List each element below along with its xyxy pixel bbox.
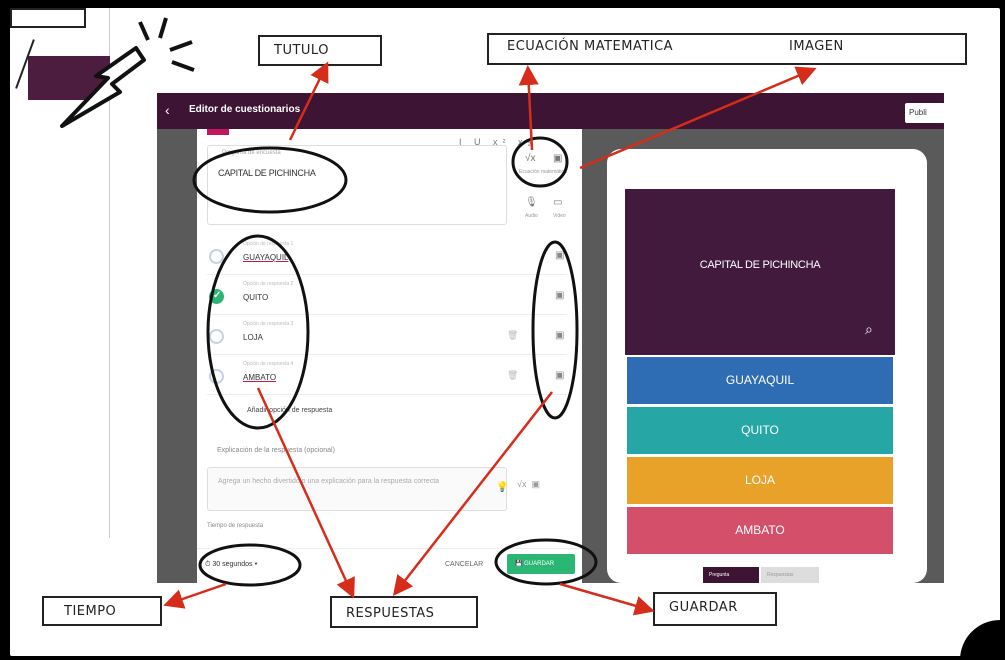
question-text: CAPITAL DE PICHINCHA xyxy=(218,168,316,178)
image-icon[interactable]: ▣ xyxy=(553,153,562,164)
chevron-left-icon[interactable]: ‹ xyxy=(165,102,170,118)
question-input[interactable]: Pregunta de encuesta CAPITAL DE PICHINCH… xyxy=(207,145,507,225)
answer-text[interactable]: QUITO xyxy=(243,293,268,302)
answer-text[interactable]: LOJA xyxy=(243,333,263,342)
image-icon[interactable]: ▣ xyxy=(555,250,564,261)
callout-answers: RESPUESTAS xyxy=(330,596,478,628)
mobile-preview: CAPITAL DE PICHINCHA ⌕ GUAYAQUIL QUITO L… xyxy=(607,149,927,583)
video-caption: Video xyxy=(553,213,566,219)
add-answer-button[interactable]: Añadir opción de respuesta xyxy=(247,407,332,414)
zoom-icon[interactable]: ⌕ xyxy=(865,321,873,338)
preview-option: LOJA xyxy=(627,457,893,504)
app-header: ‹ Editor de cuestionarios Publi xyxy=(157,93,944,129)
answer-row: Opción de respuesta 3 LOJA 🗑 ▣ xyxy=(207,317,567,355)
image-icon[interactable]: ▣ xyxy=(555,370,564,381)
trash-icon[interactable]: 🗑 xyxy=(507,370,518,381)
callout-time: TIEMPO xyxy=(42,596,162,626)
callout-equation-image: ECUACIÓN MATEMATICA IMAGEN xyxy=(487,33,967,65)
preview-option: QUITO xyxy=(627,407,893,454)
answer-label: Opción de respuesta 4 xyxy=(243,361,294,367)
preview-question-text: CAPITAL DE PICHINCHA xyxy=(699,259,821,271)
preview-option: AMBATO xyxy=(627,507,893,554)
explanation-input[interactable]: Agrega un hecho divertido o una explicac… xyxy=(207,467,509,511)
time-label: Tiempo de respuesta xyxy=(207,523,264,529)
question-label: Pregunta de encuesta xyxy=(222,150,281,156)
explanation-label: Explicación de la respuesta (opcional) xyxy=(217,447,335,454)
image-icon[interactable]: ▣ xyxy=(555,330,564,341)
answer-label: Opción de respuesta 2 xyxy=(243,281,294,287)
answer-row: Opción de respuesta 4 AMBATO 🗑 ▣ xyxy=(207,357,567,395)
equation-icon[interactable]: √x xyxy=(525,153,536,164)
lightbulb-icon: 💡 xyxy=(496,482,509,493)
preview-option: GUAYAQUIL xyxy=(627,357,893,404)
correct-radio[interactable] xyxy=(209,249,224,264)
left-header-bar xyxy=(28,56,110,100)
answer-text[interactable]: GUAYAQUIL xyxy=(243,253,289,262)
answer-row: Opción de respuesta 1 GUAYAQUIL ▣ xyxy=(207,237,567,275)
explanation-media-icons[interactable]: √x ▣ xyxy=(517,479,540,490)
time-select[interactable]: ⏱ 30 segundos ▾ xyxy=(205,561,257,569)
equation-caption: Ecuación matemática xyxy=(519,169,567,175)
answer-row: Opción de respuesta 2 QUITO ▣ xyxy=(207,277,567,315)
time-value: 30 segundos xyxy=(212,561,253,568)
page-title: Editor de cuestionarios xyxy=(189,104,301,115)
save-label: GUARDAR xyxy=(524,561,555,567)
save-button[interactable]: 💾 GUARDAR xyxy=(507,554,575,574)
explanation-placeholder: Agrega un hecho divertido o una explicac… xyxy=(218,478,440,485)
callout-save: GUARDAR xyxy=(653,592,777,626)
corner-box xyxy=(10,8,86,28)
publish-button[interactable]: Publi xyxy=(905,103,944,123)
callout-image: IMAGEN xyxy=(789,39,844,54)
image-icon[interactable]: ▣ xyxy=(555,290,564,301)
question-type-tab[interactable] xyxy=(207,129,229,135)
question-editor: I U x² x₂ Pregunta de encuesta CAPITAL D… xyxy=(197,129,582,583)
correct-radio[interactable] xyxy=(209,369,224,384)
correct-radio[interactable] xyxy=(209,329,224,344)
video-icon[interactable]: ▭ xyxy=(553,197,562,208)
preview-tab-answers[interactable]: Respuestas xyxy=(761,567,819,583)
audio-icon[interactable]: 🎙 xyxy=(525,197,538,208)
answer-text[interactable]: AMBATO xyxy=(243,373,276,382)
editor-footer: ⏱ 30 segundos ▾ CANCELAR 💾 GUARDAR xyxy=(197,548,582,583)
answer-label: Opción de respuesta 3 xyxy=(243,321,294,327)
cancel-button[interactable]: CANCELAR xyxy=(445,561,483,568)
trash-icon[interactable]: 🗑 xyxy=(507,330,518,341)
audio-caption: Audio xyxy=(525,213,538,219)
callout-title: TUTULO xyxy=(258,35,382,66)
callout-equation: ECUACIÓN MATEMATICA xyxy=(507,39,674,54)
answer-label: Opción de respuesta 1 xyxy=(243,241,294,247)
preview-tab-question[interactable]: Pregunta xyxy=(703,567,759,583)
preview-question-card: CAPITAL DE PICHINCHA ⌕ xyxy=(625,189,895,355)
correct-radio[interactable] xyxy=(209,289,224,304)
quiz-editor-app: ‹ Editor de cuestionarios Publi I U x² x… xyxy=(157,93,944,583)
